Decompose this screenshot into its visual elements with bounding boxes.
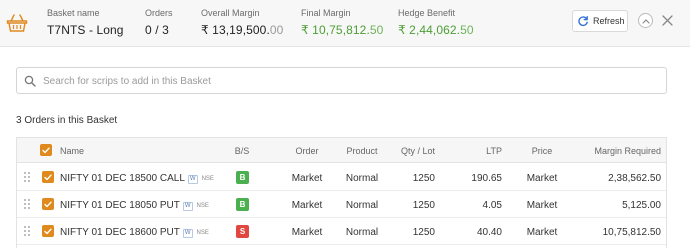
refresh-label: Refresh: [593, 16, 625, 26]
order-type: Market: [291, 173, 323, 184]
quantity: 1250: [412, 200, 435, 211]
scrip-search-box: [16, 67, 667, 94]
table-row[interactable]: NIFTY 01 DEC 18050 PUT W NSE B Market Norm…: [17, 191, 666, 218]
hedge-benefit-paise: 50: [460, 23, 474, 37]
search-input[interactable]: [43, 72, 643, 90]
ltp: 40.40: [476, 227, 502, 238]
price: Market: [526, 173, 558, 184]
hedge-benefit-block: Hedge Benefit ₹ 2,44,062.50: [398, 8, 474, 37]
margin-required: 5,125.00: [622, 200, 661, 211]
ltp: 4.05: [482, 200, 502, 211]
table-row[interactable]: NIFTY 01 DEC 18500 CALL W NSE B Market Nor…: [17, 164, 666, 191]
order-type: Market: [291, 227, 323, 238]
close-icon: [662, 15, 673, 26]
basket-name: T7NTS - Long: [47, 23, 124, 37]
overall-margin-label: Overall Margin: [201, 8, 260, 18]
margin-required: 2,38,562.50: [608, 173, 661, 184]
column-price[interactable]: Price: [517, 146, 567, 156]
instrument-name: NIFTY 01 DEC 18500 CALL: [60, 173, 185, 184]
overall-margin-main: ₹ 13,19,500.: [201, 23, 270, 37]
table-header: Name B/S Order Product Qty / Lot LTP Pri…: [17, 138, 666, 163]
overall-margin-paise: 00: [269, 23, 284, 37]
exchange-label: NSE: [201, 176, 214, 182]
quantity: 1250: [412, 173, 435, 184]
checkmark-icon: [42, 147, 50, 153]
basket-name-block: Basket name T7NTS - Long: [47, 8, 124, 37]
chevron-up-icon: [641, 18, 650, 24]
ltp: 190.65: [471, 173, 502, 184]
price: Market: [526, 200, 558, 211]
order-type: Market: [291, 200, 323, 211]
weekly-tag: W: [182, 202, 193, 211]
margin-required: 10,75,812.50: [602, 227, 661, 238]
drag-handle-icon[interactable]: [24, 226, 30, 237]
hedge-benefit-label: Hedge Benefit: [398, 8, 456, 18]
hedge-benefit-main: ₹ 2,44,062.: [398, 23, 461, 37]
exchange-label: NSE: [196, 230, 209, 236]
search-icon: [24, 75, 36, 87]
orders-block: Orders 0 / 3: [145, 8, 173, 37]
overall-margin-value: ₹ 13,19,500.00: [201, 23, 283, 37]
instrument-name-cell: NIFTY 01 DEC 18500 CALL W NSE: [60, 173, 214, 184]
overall-margin-block: Overall Margin ₹ 13,19,500.00: [201, 8, 283, 37]
basket-name-label: Basket name: [47, 8, 100, 18]
row-checkbox[interactable]: [42, 171, 54, 183]
orders-table: Name B/S Order Product Qty / Lot LTP Pri…: [16, 137, 667, 248]
weekly-tag: W: [187, 175, 198, 184]
final-margin-paise: 50: [369, 23, 384, 37]
basket-icon: [6, 14, 28, 32]
instrument-name: NIFTY 01 DEC 18050 PUT: [60, 200, 180, 211]
instrument-name: NIFTY 01 DEC 18600 PUT: [60, 227, 180, 238]
quantity: 1250: [412, 227, 435, 238]
hedge-benefit-value: ₹ 2,44,062.50: [398, 23, 474, 37]
orders-count-title: 3 Orders in this Basket: [16, 115, 118, 126]
column-margin-required[interactable]: Margin Required: [577, 146, 661, 156]
orders-label: Orders: [145, 8, 173, 18]
checkmark-icon: [44, 201, 52, 207]
column-ltp[interactable]: LTP: [457, 146, 502, 156]
drag-handle-icon[interactable]: [24, 199, 30, 210]
instrument-name-cell: NIFTY 01 DEC 18050 PUT W NSE: [60, 200, 209, 211]
checkmark-icon: [44, 174, 52, 180]
row-checkbox[interactable]: [42, 198, 54, 210]
refresh-button[interactable]: Refresh: [572, 10, 628, 32]
column-bs[interactable]: B/S: [227, 146, 257, 156]
row-checkbox[interactable]: [42, 225, 54, 237]
final-margin-value: ₹ 10,75,812.50: [301, 23, 383, 37]
refresh-icon: [578, 15, 588, 27]
final-margin-block: Final Margin ₹ 10,75,812.50: [301, 8, 383, 37]
sell-badge[interactable]: S: [236, 225, 249, 238]
checkmark-icon: [44, 228, 52, 234]
basket-header: Basket name T7NTS - Long Orders 0 / 3 Ov…: [0, 0, 690, 47]
select-all-checkbox[interactable]: [40, 144, 52, 156]
drag-handle-icon[interactable]: [24, 172, 30, 183]
price: Market: [526, 227, 558, 238]
exchange-label: NSE: [196, 203, 209, 209]
collapse-button[interactable]: [638, 13, 653, 28]
column-order[interactable]: Order: [277, 146, 337, 156]
close-button[interactable]: [660, 13, 675, 28]
orders-count: 0 / 3: [145, 23, 169, 37]
final-margin-main: ₹ 10,75,812.: [301, 23, 370, 37]
instrument-name-cell: NIFTY 01 DEC 18600 PUT W NSE: [60, 227, 209, 238]
column-name[interactable]: Name: [60, 146, 84, 156]
buy-badge[interactable]: B: [236, 198, 249, 211]
buy-badge[interactable]: B: [236, 171, 249, 184]
final-margin-label: Final Margin: [301, 8, 351, 18]
weekly-tag: W: [182, 229, 193, 238]
table-row[interactable]: NIFTY 01 DEC 18600 PUT W NSE S Market Norm…: [17, 218, 666, 245]
column-qty-lot[interactable]: Qty / Lot: [377, 146, 435, 156]
